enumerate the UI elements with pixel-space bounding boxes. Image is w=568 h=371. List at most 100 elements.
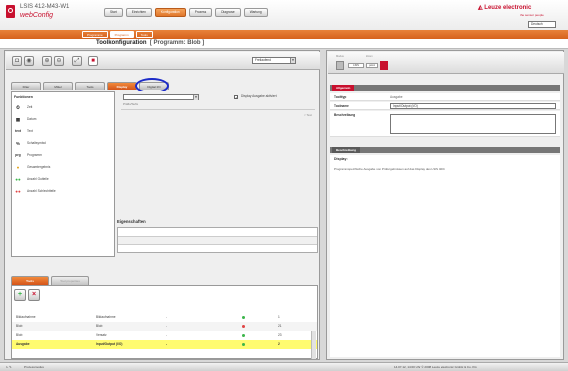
- cell-num: 21: [278, 324, 282, 328]
- function-label: Schaltsymbol: [27, 141, 46, 145]
- tab-mittel[interactable]: Mittel: [43, 82, 73, 90]
- camera-icon[interactable]: ◘: [12, 56, 22, 66]
- app-name: webConfig: [20, 12, 54, 19]
- function-item-anzahl-gutteile[interactable]: ●● Anzahl Gutteile: [14, 174, 112, 184]
- function-list: Funktionen ⏲ Zeit ▦ Datum text Text % Schalt…: [11, 91, 115, 257]
- status-bar: ▻ ✎ Prozessmodus 14.07.12, 14:00 Uhr © 2…: [0, 362, 568, 371]
- tab-filter[interactable]: Filter: [11, 82, 41, 90]
- function-item-text[interactable]: text Text: [14, 126, 112, 136]
- cell-type: Blob: [96, 324, 103, 328]
- zoom-label: Zoom: [366, 55, 373, 58]
- cell-name: Bildaufnahme: [16, 315, 36, 319]
- mode-input[interactable]: LSIS: [348, 63, 364, 68]
- sub-nav: Programme Programm Tools: [82, 31, 153, 38]
- general-section-title: Allgemein: [332, 85, 355, 91]
- description-input[interactable]: [390, 114, 556, 134]
- display-text-area[interactable]: [121, 109, 315, 215]
- brand-logo: ◭ Leuze electronic: [478, 5, 532, 11]
- nav-prozess[interactable]: Prozess: [188, 8, 213, 17]
- left-panel: ◘ ◉ ⊕ ⊖ ⤢ ■ Freilaufend ▼ Filter Mittel T…: [4, 50, 320, 360]
- tool-list-toolbar: + ×: [14, 289, 40, 301]
- cell-name: Blob: [16, 333, 23, 337]
- table-row[interactable]: Blob Versatz - 23: [12, 331, 317, 340]
- page-title: Toolkonfiguration [ Programm: Blob ]: [96, 40, 204, 46]
- status-dot-icon: [242, 316, 245, 319]
- cell-type: Versatz: [96, 333, 107, 337]
- tool-type-row: Toolttyp Ausgabe: [330, 93, 560, 101]
- function-item-anzahl-schlechtteile[interactable]: ●● Anzahl Schlechtteile: [14, 186, 112, 196]
- brand-name: Leuze electronic: [484, 5, 532, 11]
- tab-tools-list[interactable]: Tools: [11, 276, 49, 285]
- nav-diagnose[interactable]: Diagnose: [215, 8, 241, 17]
- text-hint: < Text: [303, 113, 312, 117]
- scrollbar[interactable]: [311, 331, 316, 359]
- toggle-view-icon[interactable]: ■: [88, 56, 98, 66]
- function-item-programm[interactable]: prg Programm: [14, 150, 112, 160]
- general-section-header: Allgemein: [330, 85, 560, 91]
- nav-einrichten[interactable]: Einrichten: [125, 8, 152, 17]
- subnav-programme[interactable]: Programme: [82, 31, 108, 38]
- page-title-program: [ Programm: Blob ]: [149, 40, 205, 46]
- table-row[interactable]: Bildaufnahme Bildaufnahme - 1: [12, 313, 317, 322]
- nav-konfiguration[interactable]: Konfiguration: [154, 8, 186, 17]
- description-section-header: Beschreibung: [330, 147, 560, 153]
- cell-dash: -: [166, 342, 168, 346]
- table-row[interactable]: Blob Blob - 21: [12, 322, 317, 331]
- display-output-checkbox[interactable]: ✓: [234, 95, 238, 100]
- tool-name-row: Toolname Input/Output (I/O): [330, 102, 560, 110]
- display-properties: ▼ ✓ Display Ausgabe aktiviert Präfix/Suf…: [117, 91, 318, 257]
- function-item-schaltsymbol[interactable]: % Schaltsymbol: [14, 138, 112, 148]
- toolbar: ◘ ◉ ⊕ ⊖ ⤢ ■ Freilaufend ▼: [6, 52, 320, 70]
- tab-display[interactable]: Display: [107, 82, 137, 90]
- subnav-tools[interactable]: Tools: [135, 31, 153, 38]
- add-icon[interactable]: +: [14, 289, 26, 301]
- bad-parts-icon: ●●: [15, 188, 21, 194]
- cell-num: 1: [278, 315, 280, 319]
- cell-type: Input/Output (I/O): [96, 342, 123, 346]
- function-item-zeit[interactable]: ⏲ Zeit: [14, 102, 112, 112]
- zoom-out-icon[interactable]: ⊖: [54, 56, 64, 66]
- tab-tools[interactable]: Tools: [75, 82, 105, 90]
- trigger-mode-value: Freilaufend: [255, 58, 271, 62]
- subnav-programm[interactable]: Programm: [109, 31, 134, 38]
- zoom-in-icon[interactable]: ⊕: [42, 56, 52, 66]
- function-list-header: Funktionen: [14, 95, 33, 99]
- right-panel: Modus Zoom LSIS pos1 Allgemein Toolttyp A…: [326, 50, 564, 360]
- leuze-logo-icon: [6, 5, 15, 18]
- color-indicator-icon[interactable]: [380, 61, 388, 70]
- tab-tool-properties[interactable]: Tool properties: [51, 276, 89, 285]
- table-row-selected[interactable]: Ausgabe Input/Output (I/O) - 2: [12, 340, 317, 349]
- delete-icon[interactable]: ×: [28, 289, 40, 301]
- description-section-title: Beschreibung: [332, 147, 361, 153]
- clock-icon: ⏲: [16, 104, 20, 110]
- image-icon[interactable]: [336, 61, 344, 70]
- description-panel: Display: Programmspezifische Ausgabe von…: [330, 155, 560, 357]
- program-icon: prg: [15, 152, 21, 157]
- properties-box: [117, 227, 318, 253]
- cell-name: Blob: [16, 324, 23, 328]
- good-parts-icon: ●●: [15, 176, 21, 182]
- function-item-gesamtergebnis[interactable]: ● Gesamtergebnis: [14, 162, 112, 172]
- trigger-mode-select[interactable]: Freilaufend ▼: [252, 57, 296, 64]
- nav-wartung[interactable]: Wartung: [243, 8, 268, 17]
- record-icon[interactable]: ◉: [24, 56, 34, 66]
- display-output-label: Display Ausgabe aktiviert: [241, 94, 277, 98]
- tool-name-input[interactable]: Input/Output (I/O): [390, 103, 556, 109]
- chevron-down-icon: ▼: [290, 58, 295, 63]
- function-item-datum[interactable]: ▦ Datum: [14, 114, 112, 124]
- language-select[interactable]: Deutsch: [528, 21, 556, 28]
- switch-symbol-icon: %: [15, 140, 20, 146]
- position-input[interactable]: pos1: [366, 63, 378, 68]
- brand-tagline: the sensor people: [520, 13, 544, 17]
- function-select[interactable]: ▼: [123, 94, 199, 100]
- nav-start[interactable]: Start: [104, 8, 123, 17]
- prefix-label: Präfix/Sufix: [123, 102, 139, 106]
- cell-dash: -: [166, 315, 168, 319]
- tool-type-value: Ausgabe: [390, 95, 403, 99]
- status-copyright: 14.07.12, 14:00 Uhr © 2008 Leuze electro…: [394, 365, 477, 369]
- fit-view-icon[interactable]: ⤢: [72, 56, 82, 66]
- cell-type: Bildaufnahme: [96, 315, 116, 319]
- description-key: Beschreibung: [334, 113, 356, 117]
- description-title: Display:: [334, 157, 348, 161]
- cell-name: Ausgabe: [16, 342, 30, 346]
